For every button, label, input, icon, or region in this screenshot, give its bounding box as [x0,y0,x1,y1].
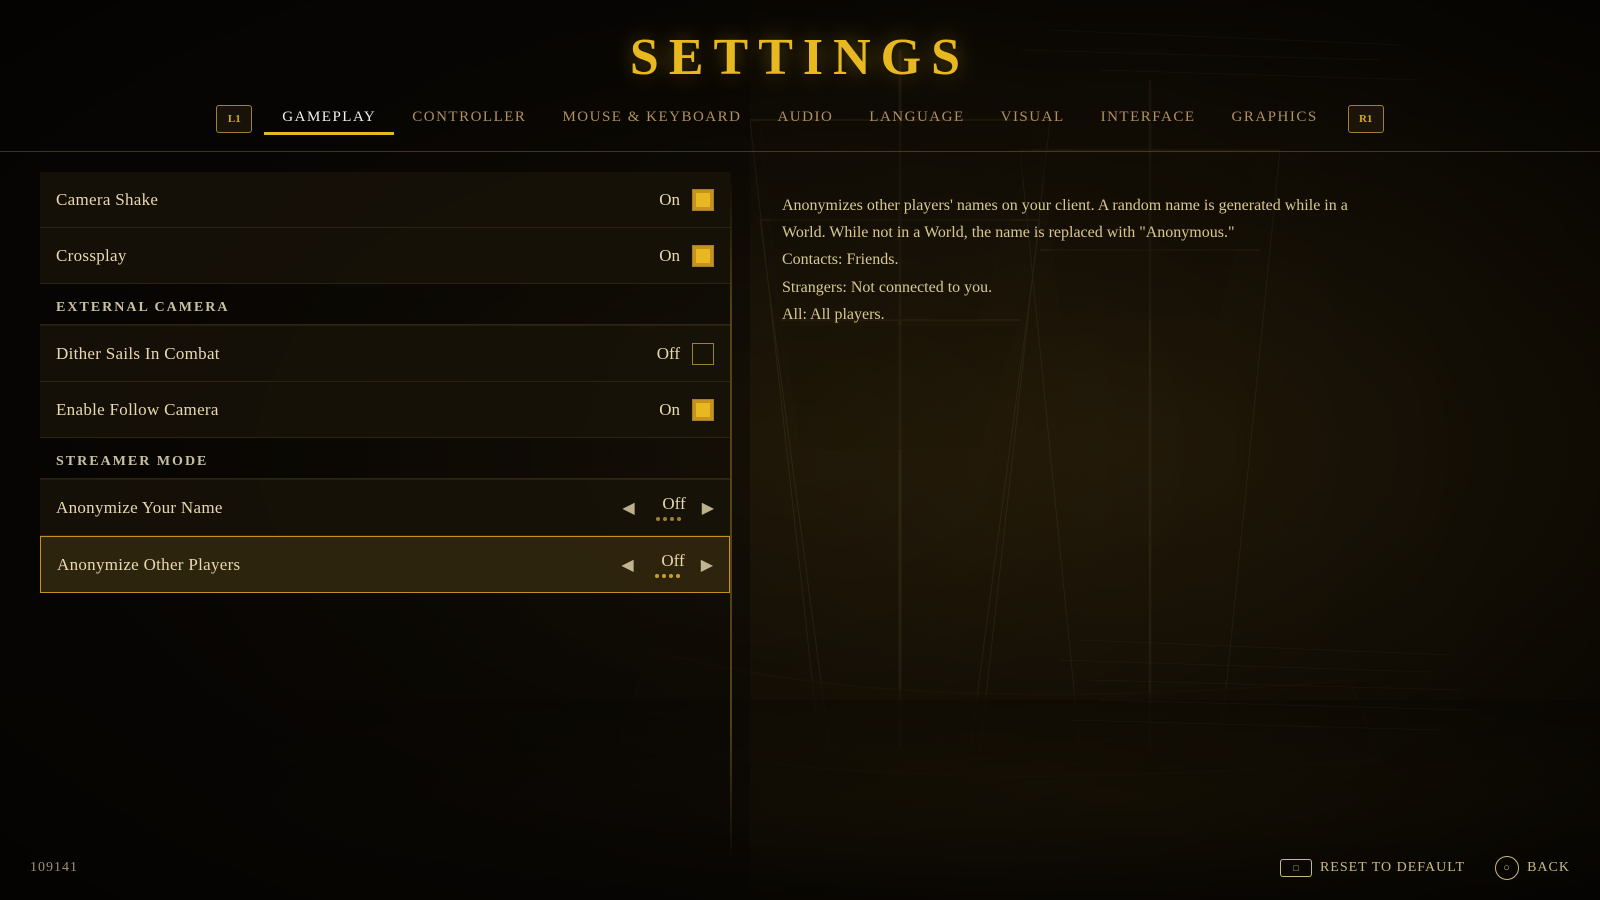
crossplay-value: On [645,246,680,266]
anonymize-players-arrow-control: ◀ Off ▶ [621,551,713,578]
tab-language[interactable]: LANGUAGE [851,103,982,135]
setting-anonymize-name[interactable]: Anonymize Your Name ◀ Off [40,480,730,536]
info-text-content: Anonymizes other players' names on your … [782,197,1348,323]
header: SETTINGS [0,0,1600,95]
anonymize-name-right-arrow[interactable]: ▶ [702,498,714,518]
anonymize-name-control: ◀ Off ▶ [622,494,714,521]
anonymize-players-label: Anonymize Other Players [57,555,240,575]
crossplay-label: Crossplay [56,246,127,266]
dither-sails-value: Off [645,344,680,364]
camera-shake-checkbox[interactable] [692,189,714,211]
anonymize-players-right-arrow[interactable]: ▶ [701,555,713,575]
section-header-external-camera: EXTERNAL CAMERA [40,284,730,325]
nav-right-button[interactable]: R1 [1348,105,1384,133]
anonymize-name-arrow-control: ◀ Off ▶ [622,494,714,521]
follow-camera-value: On [645,400,680,420]
info-text: Anonymizes other players' names on your … [782,192,1362,328]
camera-shake-value: On [645,190,680,210]
anonymize-name-value: Off [651,494,686,514]
dither-sails-label: Dither Sails In Combat [56,344,220,364]
page-content: SETTINGS L1 GAMEPLAY CONTROLLER MOUSE & … [0,0,1600,900]
tab-audio[interactable]: AUDIO [759,103,851,135]
info-panel: Anonymizes other players' names on your … [732,172,1560,860]
tab-interface[interactable]: INTERFACE [1083,103,1214,135]
camera-shake-control: On [645,189,714,211]
dither-sails-checkbox[interactable] [692,343,714,365]
setting-crossplay[interactable]: Crossplay On [40,228,730,284]
dither-sails-control: Off [645,343,714,365]
crossplay-control: On [645,245,714,267]
crossplay-checkbox[interactable] [692,245,714,267]
tab-visual[interactable]: VISUAL [983,103,1083,135]
nav-tabs: L1 GAMEPLAY CONTROLLER MOUSE & KEYBOARD … [0,95,1600,152]
tab-controller[interactable]: CONTROLLER [394,103,544,135]
anonymize-players-left-arrow[interactable]: ◀ [621,555,633,575]
setting-dither-sails[interactable]: Dither Sails In Combat Off [40,326,730,382]
anonymize-name-label: Anonymize Your Name [56,498,223,518]
follow-camera-checkbox[interactable] [692,399,714,421]
anonymize-name-left-arrow[interactable]: ◀ [622,498,634,518]
setting-anonymize-players[interactable]: Anonymize Other Players ◀ Off [40,536,730,593]
setting-camera-shake[interactable]: Camera Shake On [40,172,730,228]
nav-left-button[interactable]: L1 [216,105,252,133]
camera-shake-label: Camera Shake [56,190,158,210]
tab-gameplay[interactable]: GAMEPLAY [264,103,394,135]
setting-follow-camera[interactable]: Enable Follow Camera On [40,382,730,438]
tab-graphics[interactable]: GRAPHICS [1214,103,1336,135]
settings-panel: Camera Shake On Crossplay On EXTERNAL CA… [40,172,730,860]
section-header-streamer-mode: STREAMER MODE [40,438,730,479]
follow-camera-control: On [645,399,714,421]
anonymize-players-control: ◀ Off ▶ [621,551,713,578]
page-title: SETTINGS [0,28,1600,87]
main-area: Camera Shake On Crossplay On EXTERNAL CA… [0,152,1600,900]
anonymize-players-value: Off [650,551,685,571]
follow-camera-label: Enable Follow Camera [56,400,219,420]
tab-mouse-keyboard[interactable]: MOUSE & KEYBOARD [544,103,759,135]
